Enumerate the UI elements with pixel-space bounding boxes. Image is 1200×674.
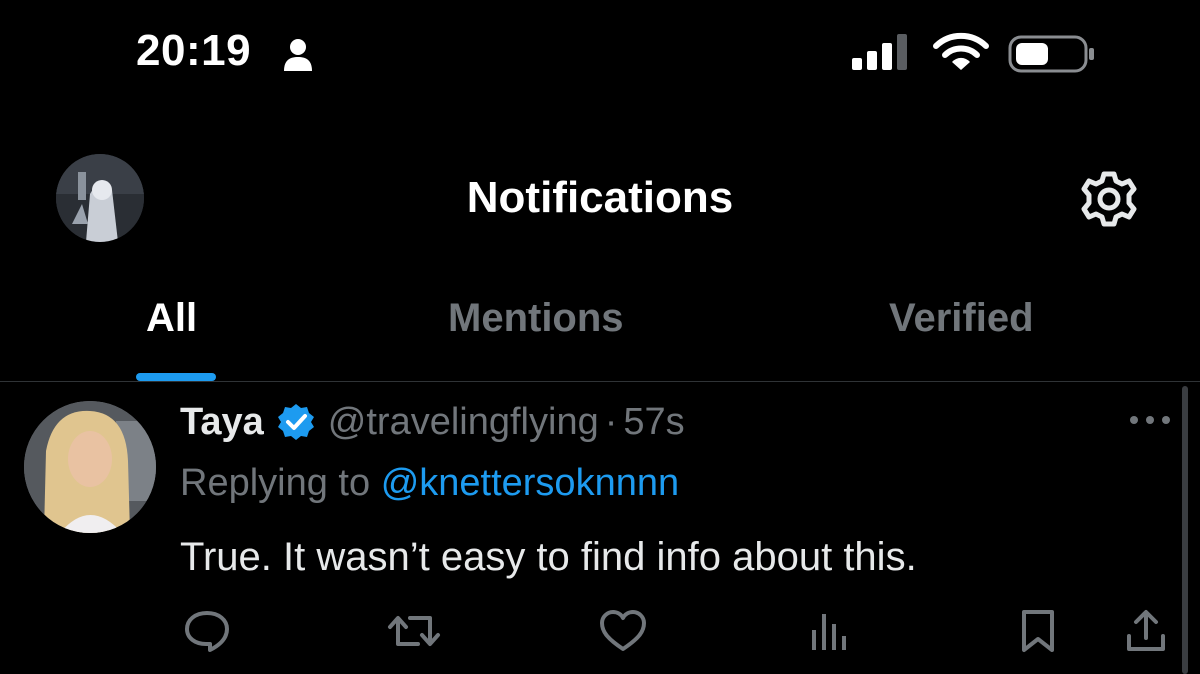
header-divider: [0, 381, 1200, 382]
cellular-signal-icon: [852, 34, 907, 70]
reply-button[interactable]: [182, 608, 232, 654]
status-time: 20:19: [136, 26, 252, 75]
bookmark-button[interactable]: [1018, 608, 1058, 654]
notifications-screen: 20:19 Notifications All Mentions Verifie…: [0, 0, 1200, 674]
wifi-icon: [933, 32, 989, 70]
tweet-timestamp[interactable]: 57s: [623, 401, 684, 444]
like-icon: [600, 610, 646, 651]
reply-icon: [185, 611, 229, 652]
verified-badge-icon: [277, 404, 314, 440]
gear-icon[interactable]: [1080, 170, 1138, 228]
author-avatar-image: [24, 401, 156, 533]
like-button[interactable]: [598, 608, 648, 654]
author-name[interactable]: Taya: [180, 401, 264, 444]
replying-to-line: Replying to @knettersoknnnn: [180, 462, 679, 505]
tweet-header: Taya @travelingflying · 57s: [180, 397, 685, 447]
author-handle[interactable]: @travelingflying: [328, 401, 599, 444]
author-avatar[interactable]: [24, 401, 156, 533]
battery-icon: [1008, 35, 1094, 73]
tab-verified[interactable]: Verified: [889, 296, 1034, 341]
reply-target-handle[interactable]: @knettersoknnnn: [381, 462, 679, 504]
views-button[interactable]: [806, 608, 852, 654]
retweet-icon: [388, 616, 440, 646]
bookmark-icon: [1022, 610, 1054, 652]
more-options-icon[interactable]: [1128, 412, 1172, 428]
separator-dot: ·: [604, 400, 618, 443]
tweet-text: True. It wasn’t easy to find info about …: [180, 535, 917, 579]
share-icon: [1127, 610, 1165, 651]
share-button[interactable]: [1124, 608, 1168, 654]
page-title: Notifications: [466, 173, 734, 222]
active-tab-indicator: [136, 373, 216, 381]
person-icon: [284, 39, 312, 71]
retweet-button[interactable]: [386, 608, 442, 654]
scrollbar[interactable]: [1182, 386, 1188, 674]
views-icon: [812, 614, 846, 650]
replying-to-label: Replying to: [180, 462, 371, 504]
tab-all[interactable]: All: [146, 296, 197, 341]
tab-mentions[interactable]: Mentions: [448, 296, 624, 341]
